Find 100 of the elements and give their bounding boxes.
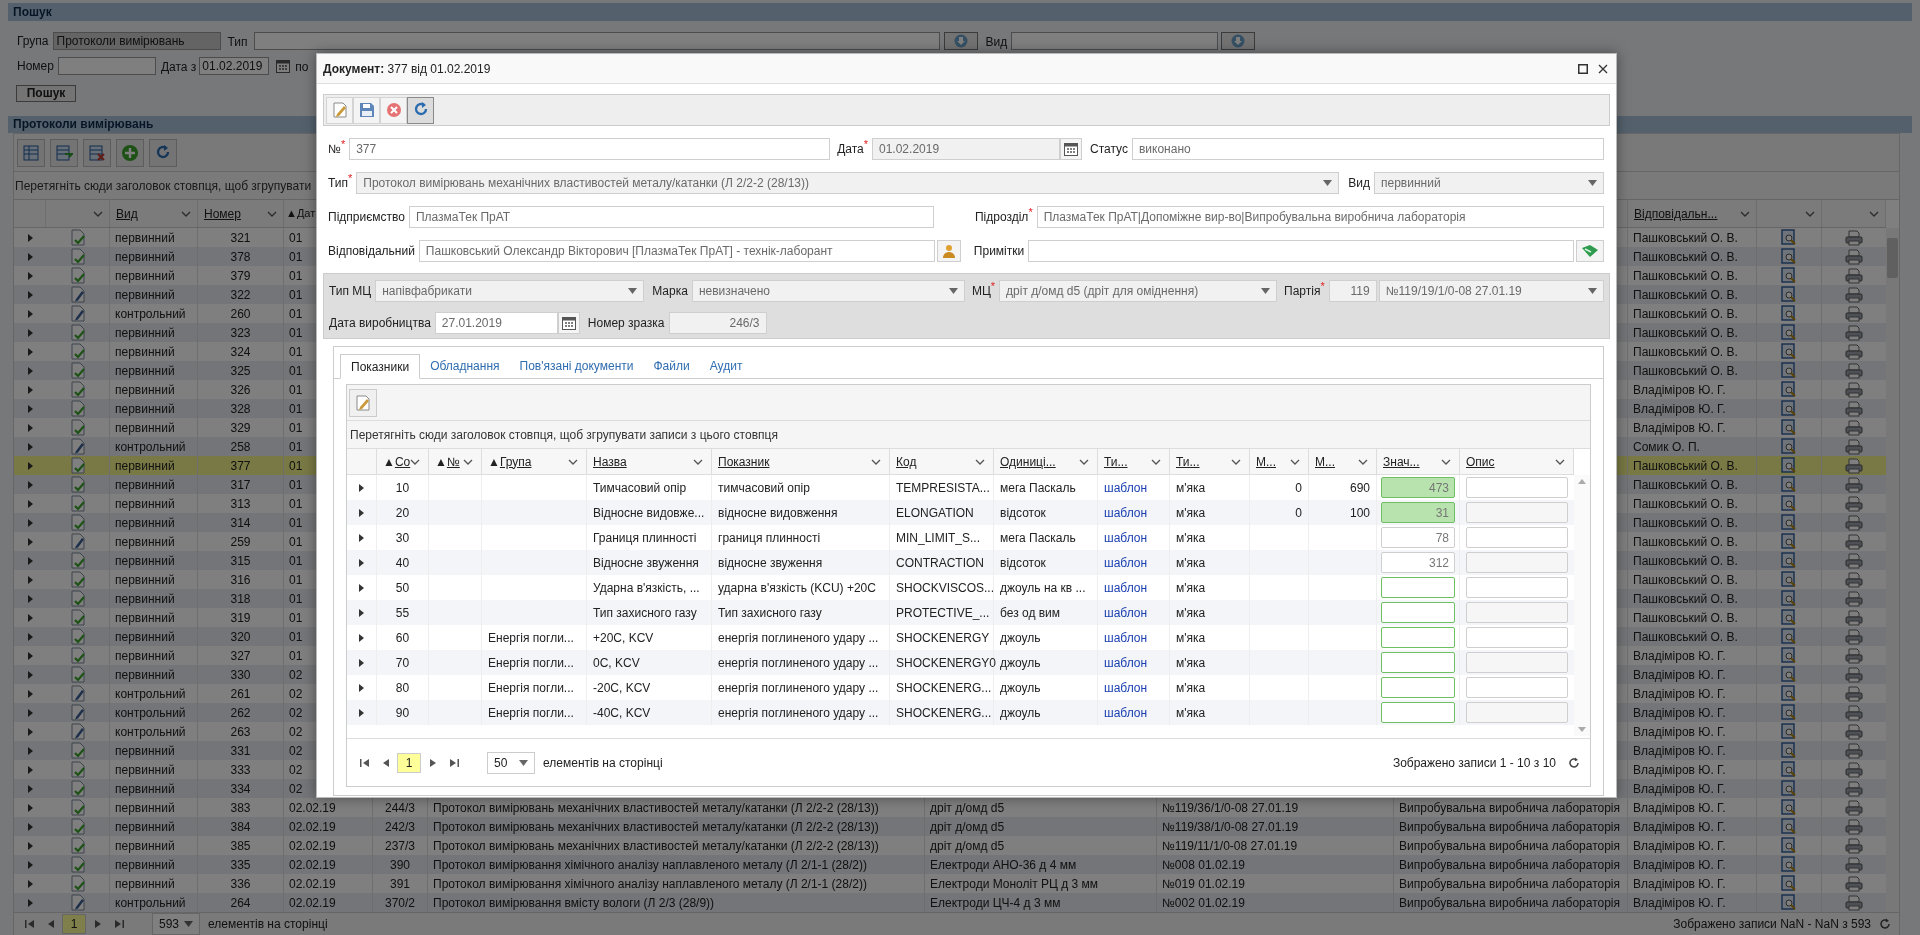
document-search-icon[interactable] bbox=[1781, 704, 1797, 721]
chevron-down-icon[interactable] bbox=[568, 458, 578, 465]
document-search-icon[interactable] bbox=[1781, 552, 1797, 569]
printer-icon[interactable] bbox=[1845, 362, 1863, 379]
page-size-dropdown[interactable]: 50 bbox=[487, 751, 535, 774]
column-header[interactable]: ▲Дат bbox=[286, 205, 316, 222]
printer-icon[interactable] bbox=[1845, 761, 1863, 778]
chevron-down-icon[interactable] bbox=[693, 458, 703, 465]
printer-icon[interactable] bbox=[1845, 514, 1863, 531]
printer-icon[interactable] bbox=[1845, 894, 1863, 911]
column-header[interactable]: Код bbox=[896, 452, 917, 471]
template-link[interactable]: шаблон bbox=[1104, 553, 1148, 572]
toolbar-button[interactable] bbox=[116, 138, 144, 167]
text-field[interactable] bbox=[57, 57, 156, 75]
printer-icon[interactable] bbox=[1845, 685, 1863, 702]
user-button[interactable] bbox=[936, 240, 961, 262]
expand-icon[interactable] bbox=[359, 608, 364, 617]
chevron-down-icon[interactable] bbox=[93, 210, 103, 217]
caret-down-icon[interactable] bbox=[184, 921, 193, 927]
document-search-icon[interactable] bbox=[1781, 305, 1797, 322]
scroll-up-icon[interactable] bbox=[1578, 479, 1586, 484]
printer-icon[interactable] bbox=[1845, 742, 1863, 759]
column-header[interactable]: Ти... bbox=[1176, 452, 1200, 471]
description-field[interactable] bbox=[1466, 602, 1568, 623]
value-field[interactable]: 473 bbox=[1381, 477, 1455, 498]
document-search-icon[interactable] bbox=[1781, 476, 1797, 493]
toolbar-button[interactable] bbox=[149, 138, 177, 167]
printer-icon[interactable] bbox=[1845, 837, 1863, 854]
note-button[interactable] bbox=[1576, 240, 1604, 262]
column-header[interactable]: ▲Со bbox=[383, 452, 411, 471]
printer-icon[interactable] bbox=[1845, 495, 1863, 512]
description-field[interactable] bbox=[1466, 527, 1568, 548]
value-field[interactable]: 31 bbox=[1381, 502, 1455, 523]
table-row[interactable]: контрольний 264 02.02.19 370/2 Протокол вимірювання вмісту вологи (Л 2/3 (28/9)) Електроди ЦЧ-4 д 3 мм №002 01.02.19 Випробувальна виробнича лабораторія Владіміров Ю. Г. bbox=[14, 893, 1886, 912]
printer-icon[interactable] bbox=[1845, 533, 1863, 550]
document-search-icon[interactable] bbox=[1781, 267, 1797, 284]
printer-icon[interactable] bbox=[1845, 647, 1863, 664]
printer-icon[interactable] bbox=[1845, 476, 1863, 493]
expand-icon[interactable] bbox=[359, 483, 364, 492]
toolbar-button[interactable] bbox=[407, 96, 434, 124]
document-search-icon[interactable] bbox=[1781, 400, 1797, 417]
chevron-down-icon[interactable] bbox=[975, 458, 985, 465]
description-field[interactable] bbox=[1466, 502, 1568, 523]
tab[interactable]: Обладнання bbox=[420, 353, 510, 378]
description-field[interactable] bbox=[1466, 652, 1568, 673]
chevron-down-icon[interactable] bbox=[1869, 210, 1879, 217]
column-header[interactable]: Показник bbox=[718, 452, 770, 471]
printer-icon[interactable] bbox=[1845, 818, 1863, 835]
expand-icon[interactable] bbox=[359, 683, 364, 692]
printer-icon[interactable] bbox=[1845, 780, 1863, 797]
caret-down-icon[interactable] bbox=[1323, 180, 1333, 186]
template-link[interactable]: шаблон bbox=[1104, 703, 1148, 722]
current-page[interactable]: 1 bbox=[62, 914, 86, 934]
lookup-button[interactable] bbox=[943, 32, 978, 50]
scrollbar[interactable] bbox=[1574, 475, 1590, 736]
text-field[interactable]: Пашковський Олександр Вікторович [ПлазмаТек ПрАТ] - технік-лаборант bbox=[418, 240, 935, 262]
document-search-icon[interactable] bbox=[1781, 514, 1797, 531]
column-header[interactable]: Назва bbox=[593, 452, 627, 471]
document-search-icon[interactable] bbox=[1781, 381, 1797, 398]
expand-icon[interactable] bbox=[359, 633, 364, 642]
column-header[interactable]: Вид bbox=[116, 204, 138, 223]
caret-down-icon[interactable] bbox=[1588, 288, 1597, 294]
description-field[interactable] bbox=[1466, 477, 1568, 498]
printer-icon[interactable] bbox=[1845, 248, 1863, 265]
scroll-down-icon[interactable] bbox=[1578, 727, 1586, 732]
refresh-icon[interactable] bbox=[1568, 756, 1580, 769]
printer-icon[interactable] bbox=[1845, 457, 1863, 474]
chevron-down-icon[interactable] bbox=[1441, 458, 1451, 465]
dropdown[interactable]: №119/19/1/0-08 27.01.19 bbox=[1378, 280, 1604, 302]
document-search-icon[interactable] bbox=[1781, 286, 1797, 303]
document-search-icon[interactable] bbox=[1781, 324, 1797, 341]
value-field[interactable] bbox=[1381, 627, 1455, 648]
column-header[interactable]: М... bbox=[1256, 452, 1276, 471]
search-button[interactable]: Пошук bbox=[16, 85, 76, 102]
template-link[interactable]: шаблон bbox=[1104, 528, 1148, 547]
column-header[interactable]: Одиниці... bbox=[1000, 452, 1056, 471]
document-search-icon[interactable] bbox=[1781, 780, 1797, 797]
column-header[interactable]: Відповідальн... bbox=[1634, 204, 1718, 223]
document-search-icon[interactable] bbox=[1781, 362, 1797, 379]
lookup-button[interactable] bbox=[1221, 32, 1256, 50]
document-search-icon[interactable] bbox=[1781, 723, 1797, 740]
printer-icon[interactable] bbox=[1845, 723, 1863, 740]
printer-icon[interactable] bbox=[1845, 305, 1863, 322]
description-field[interactable] bbox=[1466, 677, 1568, 698]
date-field[interactable]: 01.02.2019 bbox=[872, 138, 1060, 160]
printer-icon[interactable] bbox=[1845, 704, 1863, 721]
caret-down-icon[interactable] bbox=[1261, 288, 1271, 294]
expand-icon[interactable] bbox=[359, 658, 364, 667]
printer-icon[interactable] bbox=[1845, 590, 1863, 607]
dropdown[interactable]: невизначено bbox=[691, 280, 965, 302]
caret-down-icon[interactable] bbox=[628, 288, 638, 294]
chevron-down-icon[interactable] bbox=[1079, 458, 1089, 465]
printer-icon[interactable] bbox=[1845, 400, 1863, 417]
column-header[interactable]: М... bbox=[1315, 452, 1335, 471]
chevron-down-icon[interactable] bbox=[1805, 210, 1815, 217]
value-field[interactable] bbox=[1381, 652, 1455, 673]
document-search-icon[interactable] bbox=[1781, 457, 1797, 474]
printer-icon[interactable] bbox=[1845, 438, 1863, 455]
document-search-icon[interactable] bbox=[1781, 856, 1797, 873]
expand-icon[interactable] bbox=[359, 708, 364, 717]
